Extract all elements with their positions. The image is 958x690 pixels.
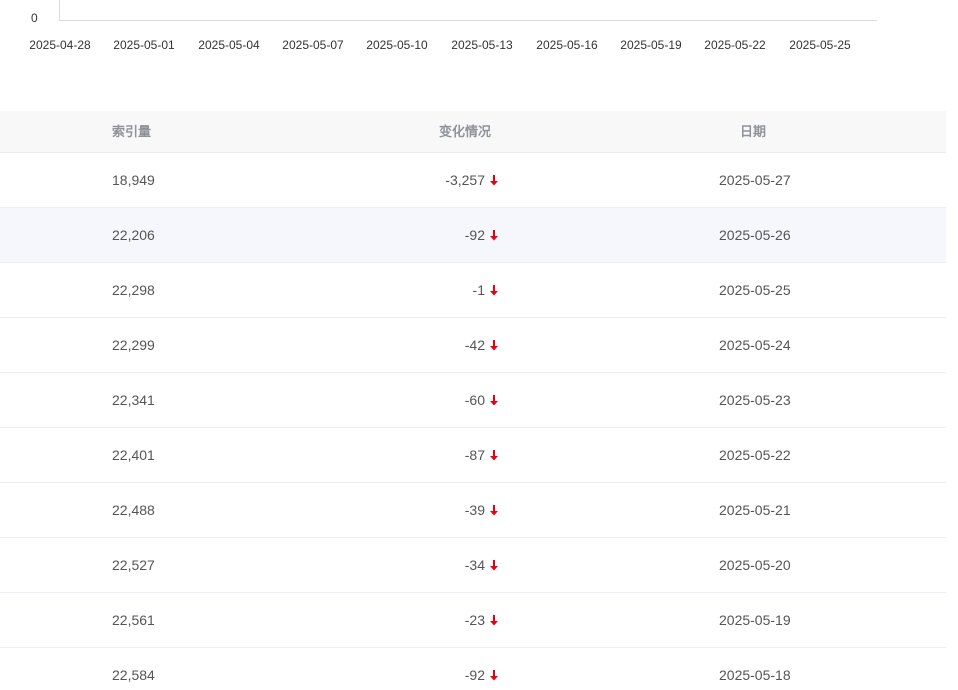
- change-cell: -39: [465, 483, 500, 537]
- date-cell: 2025-05-25: [719, 282, 791, 298]
- y-axis-zero-label: 0: [31, 11, 38, 25]
- index-history-table: 索引量 变化情况 日期 18,949 -3,257 2025-05-27 22,206…: [0, 111, 946, 690]
- date-cell: 2025-05-21: [719, 502, 791, 518]
- x-tick-label: 2025-05-10: [366, 38, 428, 52]
- change-value: -92: [464, 667, 485, 683]
- table-row[interactable]: 22,341 -60 2025-05-23: [0, 373, 946, 428]
- x-tick-label: 2025-05-16: [536, 38, 598, 52]
- change-cell: -42: [465, 318, 500, 372]
- header-index[interactable]: 索引量: [112, 111, 151, 152]
- arrow-down-icon: [490, 450, 498, 461]
- index-count-cell: 22,206: [112, 227, 155, 243]
- date-cell: 2025-05-18: [719, 667, 791, 683]
- index-count-cell: 22,527: [112, 557, 155, 573]
- x-tick-label: 2025-05-04: [198, 38, 260, 52]
- index-count-cell: 22,299: [112, 337, 155, 353]
- change-cell: -92: [465, 208, 500, 262]
- table-row[interactable]: 22,584 -92 2025-05-18: [0, 648, 946, 690]
- x-tick-label: 2025-05-01: [113, 38, 175, 52]
- arrow-down-icon: [490, 340, 498, 351]
- index-count-cell: 22,401: [112, 447, 155, 463]
- change-cell: -1: [473, 263, 500, 317]
- date-cell: 2025-05-19: [719, 612, 791, 628]
- header-change[interactable]: 变化情况: [439, 111, 491, 152]
- table-row[interactable]: 18,949 -3,257 2025-05-27: [0, 153, 946, 208]
- index-trend-chart: 0 2025-04-28 2025-05-01 2025-05-04 2025-…: [0, 0, 958, 60]
- change-cell: -34: [465, 538, 500, 592]
- change-value: -1: [472, 282, 485, 298]
- table-row[interactable]: 22,488 -39 2025-05-21: [0, 483, 946, 538]
- change-value: -60: [464, 392, 485, 408]
- date-cell: 2025-05-26: [719, 227, 791, 243]
- change-value: -23: [464, 612, 485, 628]
- table-row[interactable]: 22,561 -23 2025-05-19: [0, 593, 946, 648]
- x-tick-label: 2025-05-13: [451, 38, 513, 52]
- index-count-cell: 22,561: [112, 612, 155, 628]
- x-tick-label: 2025-05-19: [620, 38, 682, 52]
- change-value: -42: [464, 337, 485, 353]
- index-count-cell: 22,298: [112, 282, 155, 298]
- arrow-down-icon: [490, 285, 498, 296]
- table-row[interactable]: 22,299 -42 2025-05-24: [0, 318, 946, 373]
- change-value: -87: [464, 447, 485, 463]
- index-count-cell: 22,584: [112, 667, 155, 683]
- arrow-down-icon: [490, 505, 498, 516]
- change-value: -3,257: [445, 172, 485, 188]
- arrow-down-icon: [490, 560, 498, 571]
- change-value: -39: [464, 502, 485, 518]
- change-cell: -87: [465, 428, 500, 482]
- index-count-cell: 18,949: [112, 172, 155, 188]
- index-count-cell: 22,341: [112, 392, 155, 408]
- x-axis-line: [59, 20, 877, 21]
- table-row[interactable]: 22,206 -92 2025-05-26: [0, 208, 946, 263]
- x-tick-label: 2025-05-07: [282, 38, 344, 52]
- table-row[interactable]: 22,401 -87 2025-05-22: [0, 428, 946, 483]
- x-tick-label: 2025-04-28: [29, 38, 91, 52]
- change-cell: -92: [465, 648, 500, 690]
- arrow-down-icon: [490, 395, 498, 406]
- table-row[interactable]: 22,527 -34 2025-05-20: [0, 538, 946, 593]
- date-cell: 2025-05-20: [719, 557, 791, 573]
- arrow-down-icon: [490, 615, 498, 626]
- header-date[interactable]: 日期: [740, 111, 766, 152]
- x-tick-label: 2025-05-22: [704, 38, 766, 52]
- table-body: 18,949 -3,257 2025-05-27 22,206 -92 2025-05-2…: [0, 153, 946, 690]
- arrow-down-icon: [490, 670, 498, 681]
- x-tick-label: 2025-05-25: [789, 38, 851, 52]
- change-value: -92: [464, 227, 485, 243]
- y-axis-line: [59, 0, 60, 21]
- table-header: 索引量 变化情况 日期: [0, 111, 946, 153]
- change-value: -34: [464, 557, 485, 573]
- table-row[interactable]: 22,298 -1 2025-05-25: [0, 263, 946, 318]
- date-cell: 2025-05-24: [719, 337, 791, 353]
- change-cell: -23: [465, 593, 500, 647]
- arrow-down-icon: [490, 230, 498, 241]
- arrow-down-icon: [490, 175, 498, 186]
- date-cell: 2025-05-27: [719, 172, 791, 188]
- date-cell: 2025-05-22: [719, 447, 791, 463]
- change-cell: -3,257: [445, 153, 500, 207]
- index-count-cell: 22,488: [112, 502, 155, 518]
- date-cell: 2025-05-23: [719, 392, 791, 408]
- change-cell: -60: [465, 373, 500, 427]
